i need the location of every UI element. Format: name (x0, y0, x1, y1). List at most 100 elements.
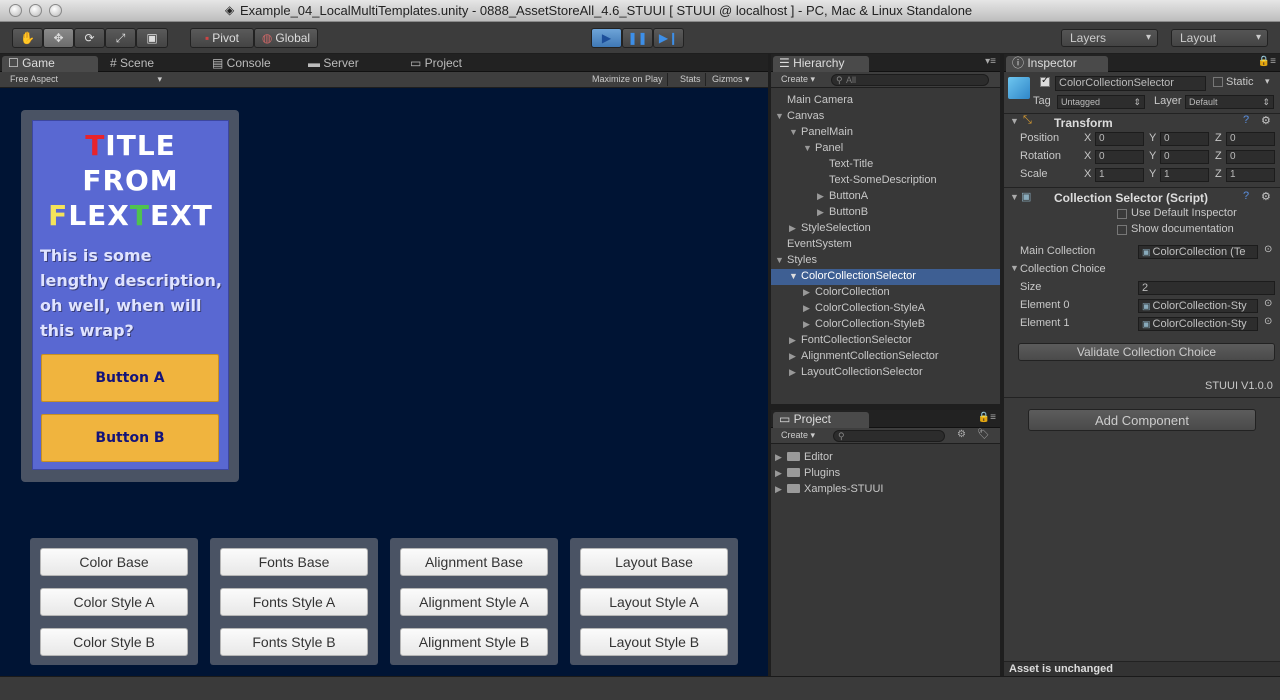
add-component-button[interactable]: Add Component (1028, 409, 1256, 431)
hierarchy-item-colorcollection-styleb[interactable]: ▶ ColorCollection-StyleB (803, 318, 925, 330)
collapsed-arrow-icon[interactable]: ▶ (803, 319, 815, 330)
hierarchy-create-button[interactable]: Create ▾ (777, 73, 819, 86)
validate-collection-choice-button[interactable]: Validate Collection Choice (1018, 343, 1275, 361)
maximize-on-play-button[interactable]: Maximize on Play (588, 73, 668, 86)
hierarchy-item-colorcollection-stylea[interactable]: ▶ ColorCollection-StyleA (803, 302, 925, 314)
hierarchy-item-colorcollection[interactable]: ▶ ColorCollection (803, 286, 890, 298)
script-foldout-arrow-icon[interactable]: ▼ (1010, 192, 1019, 202)
fonts-style-a-button[interactable]: Fonts Style A (220, 588, 368, 616)
tab-hierarchy[interactable]: ☰ Hierarchy (773, 56, 869, 72)
pause-button[interactable]: ❚❚ (622, 28, 653, 48)
tab-scene[interactable]: # Scene (104, 56, 154, 72)
hierarchy-item-canvas[interactable]: ▼ Canvas (775, 110, 824, 122)
gear-icon[interactable]: ⚙ (1261, 114, 1271, 127)
rect-tool-button[interactable]: ▣ (136, 28, 168, 48)
hierarchy-item-fontcollectionselector[interactable]: ▶ FontCollectionSelector (789, 334, 912, 346)
hierarchy-item-panel[interactable]: ▼ Panel (803, 142, 843, 154)
rotate-tool-button[interactable]: ⟳ (74, 28, 105, 48)
tab-project[interactable]: ▭ Project (773, 412, 869, 428)
expanded-arrow-icon[interactable]: ▼ (803, 143, 815, 153)
collapsed-arrow-icon[interactable]: ▶ (817, 207, 829, 218)
element1-field[interactable]: ColorCollection-Sty (1138, 317, 1258, 331)
scale-z-field[interactable]: 1 (1226, 168, 1275, 182)
expanded-arrow-icon[interactable]: ▼ (789, 271, 801, 281)
project-create-button[interactable]: Create ▾ (777, 429, 819, 442)
hierarchy-item-alignmentcollectionselector[interactable]: ▶ AlignmentCollectionSelector (789, 350, 939, 362)
hierarchy-item-styleselection[interactable]: ▶ StyleSelection (789, 222, 871, 234)
lock-and-menu-icon[interactable]: 🔒≡ (978, 412, 996, 423)
collapsed-arrow-icon[interactable]: ▶ (789, 335, 801, 346)
collapsed-arrow-icon[interactable]: ▶ (775, 484, 787, 495)
collapsed-arrow-icon[interactable]: ▶ (817, 191, 829, 202)
hierarchy-item-eventsystem[interactable]: EventSystem (787, 238, 852, 250)
position-y-field[interactable]: 0 (1160, 132, 1209, 146)
collapsed-arrow-icon[interactable]: ▶ (803, 303, 815, 314)
position-x-field[interactable]: 0 (1095, 132, 1144, 146)
expanded-arrow-icon[interactable]: ▼ (775, 255, 787, 265)
lock-and-menu-icon[interactable]: 🔒≡ (1258, 56, 1276, 67)
hierarchy-item-panelmain[interactable]: ▼ PanelMain (789, 126, 853, 138)
gear-icon[interactable]: ⚙ (1261, 190, 1271, 203)
tab-project-left[interactable]: ▭ Project (404, 56, 462, 72)
hierarchy-item-text-description[interactable]: Text-SomeDescription (829, 174, 937, 186)
use-default-inspector-checkbox[interactable] (1117, 209, 1127, 219)
move-tool-button[interactable]: ✥ (43, 28, 74, 48)
scale-x-field[interactable]: 1 (1095, 168, 1144, 182)
rotation-y-field[interactable]: 0 (1160, 150, 1209, 164)
hierarchy-item-main-camera[interactable]: Main Camera (787, 94, 853, 106)
hierarchy-item-text-title[interactable]: Text-Title (829, 158, 873, 170)
hierarchy-search-input[interactable]: All (831, 74, 989, 86)
help-icon[interactable]: ? (1243, 114, 1249, 126)
project-folder-xamples[interactable]: ▶ Xamples-STUUI (775, 483, 883, 495)
object-picker-icon[interactable]: ⊙ (1264, 316, 1272, 327)
project-folder-editor[interactable]: ▶ Editor (775, 451, 833, 463)
layers-dropdown[interactable]: Layers (1061, 29, 1158, 47)
tab-server[interactable]: ▬ Server (302, 56, 359, 72)
collapsed-arrow-icon[interactable]: ▶ (789, 351, 801, 362)
global-button[interactable]: ◍ Global (254, 28, 318, 48)
layout-style-a-button[interactable]: Layout Style A (580, 588, 728, 616)
minimize-window-button[interactable] (29, 4, 42, 17)
filter-by-type-icon[interactable]: ⚙ (957, 429, 966, 440)
play-button[interactable]: ▶ (591, 28, 622, 48)
object-picker-icon[interactable]: ⊙ (1264, 298, 1272, 309)
collection-choice-arrow-icon[interactable]: ▼ (1010, 263, 1019, 273)
size-field[interactable]: 2 (1138, 281, 1275, 295)
color-base-button[interactable]: Color Base (40, 548, 188, 576)
alignment-base-button[interactable]: Alignment Base (400, 548, 548, 576)
gizmos-dropdown[interactable]: Gizmos ▾ (708, 73, 754, 86)
collapsed-arrow-icon[interactable]: ▶ (803, 287, 815, 298)
hierarchy-item-buttonb[interactable]: ▶ ButtonB (817, 206, 868, 218)
tab-inspector[interactable]: ⓘ Inspector (1006, 56, 1108, 72)
collapsed-arrow-icon[interactable]: ▶ (789, 367, 801, 378)
scale-y-field[interactable]: 1 (1160, 168, 1209, 182)
static-checkbox[interactable] (1213, 77, 1223, 87)
expanded-arrow-icon[interactable]: ▼ (775, 111, 787, 121)
show-documentation-checkbox[interactable] (1117, 225, 1127, 235)
static-dropdown-arrow-icon[interactable]: ▾ (1265, 76, 1270, 87)
transform-foldout-arrow-icon[interactable]: ▼ (1010, 116, 1019, 126)
element0-field[interactable]: ColorCollection-Sty (1138, 299, 1258, 313)
filter-by-label-icon[interactable]: 🏷 (977, 429, 990, 440)
rotation-z-field[interactable]: 0 (1226, 150, 1275, 164)
object-picker-icon[interactable]: ⊙ (1264, 244, 1272, 255)
position-z-field[interactable]: 0 (1226, 132, 1275, 146)
layout-dropdown[interactable]: Layout (1171, 29, 1268, 47)
fonts-style-b-button[interactable]: Fonts Style B (220, 628, 368, 656)
color-style-b-button[interactable]: Color Style B (40, 628, 188, 656)
collapsed-arrow-icon[interactable]: ▶ (789, 223, 801, 234)
alignment-style-a-button[interactable]: Alignment Style A (400, 588, 548, 616)
stats-button[interactable]: Stats (676, 73, 706, 86)
pivot-button[interactable]: ▪ Pivot (190, 28, 254, 48)
tab-console[interactable]: ▤ Console (206, 56, 271, 72)
scale-tool-button[interactable]: ⤢ (105, 28, 136, 48)
collapsed-arrow-icon[interactable]: ▶ (775, 452, 787, 463)
close-window-button[interactable] (9, 4, 22, 17)
zoom-window-button[interactable] (49, 4, 62, 17)
game-button-a[interactable]: Button A (41, 354, 219, 402)
main-collection-field[interactable]: ColorCollection (Te (1138, 245, 1258, 259)
hierarchy-item-styles[interactable]: ▼ Styles (775, 254, 817, 266)
fonts-base-button[interactable]: Fonts Base (220, 548, 368, 576)
hand-tool-button[interactable]: ✋ (12, 28, 43, 48)
panel-menu-icon[interactable]: ▾≡ (985, 56, 996, 67)
